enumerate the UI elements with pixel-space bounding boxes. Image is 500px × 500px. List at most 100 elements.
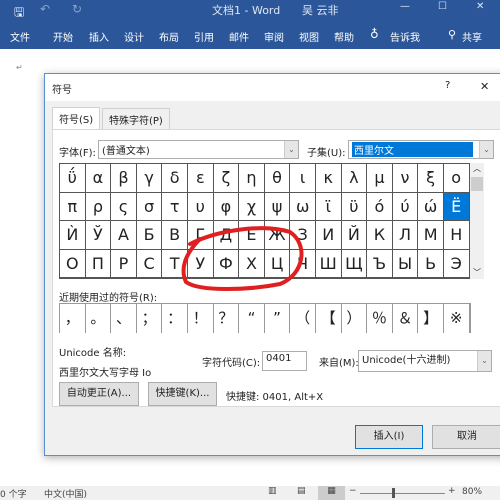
symbol-cell[interactable]: χ <box>239 192 265 221</box>
recent-symbol-cell[interactable]: ， <box>60 304 86 333</box>
symbol-cell[interactable]: κ <box>315 164 342 193</box>
grid-scrollbar[interactable]: ︿ ﹀ <box>470 163 484 279</box>
symbol-cell[interactable]: Ь <box>418 249 444 278</box>
zoom-in-button[interactable]: + <box>448 486 456 496</box>
help-button[interactable]: ? <box>445 80 450 91</box>
recent-symbol-cell[interactable]: ” <box>264 304 291 333</box>
symbol-cell[interactable]: ι <box>290 164 316 193</box>
symbol-cell[interactable]: ς <box>111 192 137 221</box>
symbol-cell[interactable]: А <box>111 221 137 250</box>
recent-symbol-cell[interactable]: 【 <box>315 304 342 333</box>
scroll-down-icon[interactable]: ﹀ <box>473 267 481 278</box>
recent-symbol-cell[interactable]: ％ <box>367 304 393 333</box>
symbol-cell[interactable]: Э <box>443 249 470 278</box>
symbol-cell[interactable]: Ѝ <box>60 221 86 250</box>
recent-symbol-cell[interactable]: （ <box>290 304 316 333</box>
tab-special-characters[interactable]: 特殊字符(P) <box>102 108 170 129</box>
symbol-cell[interactable]: δ <box>162 164 188 193</box>
tell-me[interactable]: 告诉我 <box>390 29 420 44</box>
symbol-cell[interactable]: π <box>60 192 86 221</box>
symbol-cell[interactable]: ο <box>443 164 470 193</box>
symbol-cell[interactable]: Ъ <box>367 249 393 278</box>
symbol-cell[interactable]: β <box>111 164 137 193</box>
recent-symbol-cell[interactable]: ＆ <box>392 304 419 333</box>
tab-home[interactable]: 开始 <box>53 29 73 44</box>
undo-icon[interactable]: ↶ <box>40 2 50 16</box>
tab-view[interactable]: 视图 <box>299 29 319 44</box>
symbol-cell[interactable]: μ <box>367 164 393 193</box>
zoom-out-button[interactable]: − <box>349 486 357 496</box>
symbol-cell[interactable]: С <box>136 249 163 278</box>
symbol-cell[interactable]: ε <box>187 164 214 193</box>
cancel-button[interactable]: 取消 <box>432 425 500 449</box>
share-button[interactable]: 共享 <box>462 29 482 44</box>
print-layout-icon[interactable]: ▤ <box>297 486 306 496</box>
tab-design[interactable]: 设计 <box>124 29 144 44</box>
char-code-input[interactable]: 0401 <box>262 351 307 371</box>
dialog-close-button[interactable]: ✕ <box>480 80 489 93</box>
symbol-cell[interactable]: Р <box>111 249 137 278</box>
symbol-cell[interactable]: τ <box>162 192 188 221</box>
symbol-cell[interactable]: ό <box>367 192 393 221</box>
symbol-cell[interactable]: υ <box>187 192 214 221</box>
symbol-cell[interactable]: ρ <box>85 192 112 221</box>
maximize-button[interactable]: ☐ <box>438 1 447 12</box>
symbol-cell[interactable]: Ё <box>443 192 470 221</box>
scroll-thumb[interactable] <box>471 177 483 191</box>
tab-layout[interactable]: 布局 <box>159 29 179 44</box>
symbol-cell[interactable]: ϋ <box>341 192 368 221</box>
tab-references[interactable]: 引用 <box>194 29 214 44</box>
font-select[interactable]: (普通文本) ⌄ <box>98 140 299 159</box>
symbol-cell[interactable]: λ <box>341 164 368 193</box>
symbol-cell[interactable]: ΰ <box>60 164 86 193</box>
tab-insert[interactable]: 插入 <box>89 29 109 44</box>
symbol-cell[interactable]: Б <box>136 221 163 250</box>
symbol-cell[interactable]: Щ <box>341 249 368 278</box>
symbol-cell[interactable]: ζ <box>213 164 240 193</box>
recent-symbol-cell[interactable]: ※ <box>443 304 470 333</box>
read-mode-icon[interactable]: ▥ <box>268 486 277 496</box>
symbol-cell[interactable]: ύ <box>392 192 419 221</box>
recent-symbol-cell[interactable]: ： <box>162 304 188 333</box>
recent-symbol-cell[interactable]: 】 <box>418 304 444 333</box>
save-icon[interactable]: 🖫 <box>14 3 24 24</box>
symbol-cell[interactable]: М <box>418 221 444 250</box>
symbol-cell[interactable]: Ы <box>392 249 419 278</box>
tab-help[interactable]: 帮助 <box>334 29 354 44</box>
symbol-cell[interactable]: γ <box>136 164 163 193</box>
tab-mailings[interactable]: 邮件 <box>229 29 249 44</box>
zoom-slider-thumb[interactable] <box>392 488 395 498</box>
symbol-cell[interactable]: ώ <box>418 192 444 221</box>
tab-file[interactable]: 文件 <box>10 29 30 44</box>
symbol-cell[interactable]: σ <box>136 192 163 221</box>
web-layout-icon[interactable]: ▦ <box>318 486 345 500</box>
symbol-cell[interactable]: Ў <box>85 221 112 250</box>
symbol-cell[interactable]: Й <box>341 221 368 250</box>
zoom-slider[interactable] <box>360 493 445 494</box>
symbol-cell[interactable]: Ш <box>315 249 342 278</box>
from-select[interactable]: Unicode(十六进制) ⌄ <box>358 350 492 372</box>
recent-symbol-cell[interactable]: ； <box>136 304 163 333</box>
close-window-button[interactable]: ✕ <box>476 1 484 12</box>
scroll-up-icon[interactable]: ︿ <box>473 163 481 174</box>
recent-symbol-cell[interactable]: ） <box>341 304 368 333</box>
autocorrect-button[interactable]: 自动更正(A)... <box>59 382 139 406</box>
symbol-cell[interactable]: α <box>85 164 112 193</box>
insert-button[interactable]: 插入(I) <box>355 425 423 449</box>
language[interactable]: 中文(中国) <box>44 487 87 500</box>
symbol-cell[interactable]: И <box>315 221 342 250</box>
symbol-cell[interactable]: ω <box>290 192 316 221</box>
subset-select[interactable]: 西里尔文 ⌄ <box>348 140 494 159</box>
recent-symbol-cell[interactable]: ？ <box>213 304 240 333</box>
symbol-cell[interactable]: θ <box>264 164 291 193</box>
recent-symbol-cell[interactable]: 。 <box>85 304 112 333</box>
zoom-level[interactable]: 80% <box>462 487 482 497</box>
tab-review[interactable]: 审阅 <box>264 29 284 44</box>
symbol-cell[interactable]: ξ <box>418 164 444 193</box>
symbol-cell[interactable]: η <box>239 164 265 193</box>
tab-symbols[interactable]: 符号(S) <box>52 107 101 130</box>
symbol-cell[interactable]: ϊ <box>315 192 342 221</box>
recent-symbol-cell[interactable]: “ <box>239 304 265 333</box>
redo-icon[interactable]: ↻ <box>72 2 82 16</box>
symbol-cell[interactable]: К <box>367 221 393 250</box>
